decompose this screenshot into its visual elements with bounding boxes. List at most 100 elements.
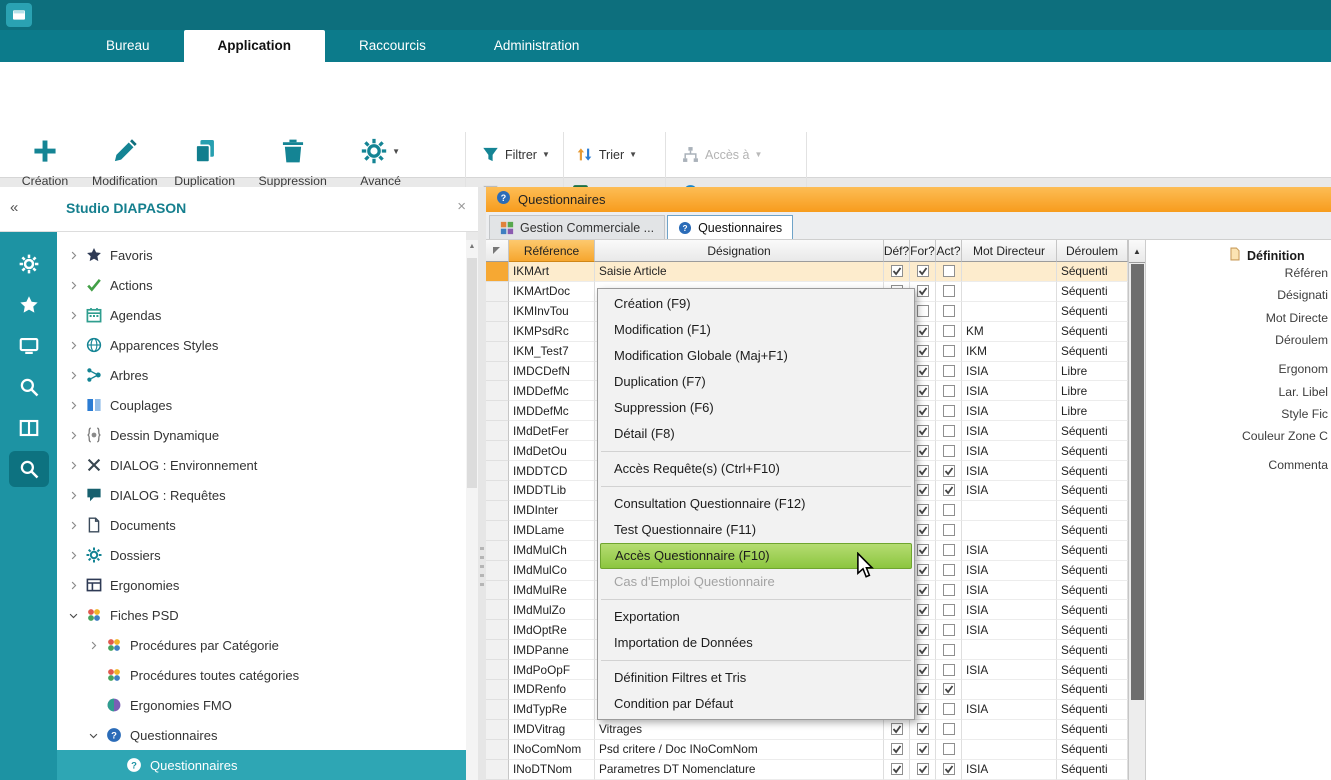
act-checkbox[interactable] [943,683,955,695]
for-checkbox[interactable] [917,763,929,775]
act-checkbox[interactable] [943,425,955,437]
tree-item-fiches-psd[interactable]: Fiches PSD [57,600,466,630]
sidebar-close-button[interactable]: × [457,198,466,215]
table-row[interactable]: IMDVitragVitragesSéquenti [486,720,1128,740]
tree-item-dialog-environnement[interactable]: DIALOG : Environnement [57,450,466,480]
act-checkbox[interactable] [943,504,955,516]
act-checkbox[interactable] [943,723,955,735]
strip-button-monitor[interactable] [9,328,49,364]
act-checkbox[interactable] [943,265,955,277]
column-header-reference[interactable]: Référence [509,240,595,262]
strip-button-gear[interactable] [9,246,49,282]
for-checkbox[interactable] [917,305,929,317]
context-menu-item-modification-f1[interactable]: Modification (F1) [598,317,914,343]
table-row[interactable]: INoComNomPsd critere / Doc INoComNomSéqu… [486,740,1128,760]
row-gutter[interactable] [486,640,509,660]
row-gutter[interactable] [486,760,509,780]
for-checkbox[interactable] [917,265,929,277]
chevron-right-icon[interactable] [65,367,81,383]
chevron-right-icon[interactable] [65,307,81,323]
act-checkbox[interactable] [943,385,955,397]
context-menu-item-duplication-f7[interactable]: Duplication (F7) [598,369,914,395]
for-checkbox[interactable] [917,644,929,656]
chevron-right-icon[interactable] [65,397,81,413]
tree-item-dessin-dynamique[interactable]: Dessin Dynamique [57,420,466,450]
tree-item-actions[interactable]: Actions [57,270,466,300]
context-menu-item-condition-par-defaut[interactable]: Condition par Défaut [598,691,914,717]
for-checkbox[interactable] [917,604,929,616]
for-checkbox[interactable] [917,365,929,377]
act-checkbox[interactable] [943,564,955,576]
ribbon-button-trier[interactable]: Trier▼ [576,146,637,163]
chevron-right-icon[interactable] [65,487,81,503]
chevron-right-icon[interactable] [65,577,81,593]
context-menu-item-exportation[interactable]: Exportation [598,604,914,630]
row-gutter[interactable] [486,401,509,421]
chevron-right-icon[interactable] [65,247,81,263]
ribbon-button-acces-a[interactable]: Accès à▼ [682,146,762,163]
table-scroll-up-icon[interactable]: ▲ [1129,240,1145,263]
act-checkbox[interactable] [943,743,955,755]
row-gutter[interactable] [486,262,509,282]
column-header-act[interactable]: Act? [936,240,962,262]
row-gutter[interactable] [486,481,509,501]
ribbon-tab-administration[interactable]: Administration [460,30,614,62]
chevron-right-icon[interactable] [65,547,81,563]
row-gutter[interactable] [486,541,509,561]
for-checkbox[interactable] [917,624,929,636]
column-header-designation[interactable]: Désignation [595,240,884,262]
chevron-right-icon[interactable] [65,427,81,443]
tree-item-arbres[interactable]: Arbres [57,360,466,390]
context-menu-item-test-questionnaire-f11[interactable]: Test Questionnaire (F11) [598,517,914,543]
ribbon-button-duplication[interactable]: Duplication [174,136,236,189]
for-checkbox[interactable] [917,345,929,357]
tree-item-procedures-toutes-categories[interactable]: Procédures toutes catégories [57,660,466,690]
tree-item-favoris[interactable]: Favoris [57,240,466,270]
row-gutter[interactable] [486,700,509,720]
row-gutter[interactable] [486,381,509,401]
for-checkbox[interactable] [917,743,929,755]
tree-item-documents[interactable]: Documents [57,510,466,540]
ribbon-tab-raccourcis[interactable]: Raccourcis [325,30,460,62]
row-gutter[interactable] [486,501,509,521]
for-checkbox[interactable] [917,484,929,496]
chevron-down-icon[interactable] [65,607,81,623]
row-gutter[interactable] [486,322,509,342]
tree-item-couplages[interactable]: Couplages [57,390,466,420]
context-menu-item-definition-filtres-et-tris[interactable]: Définition Filtres et Tris [598,665,914,691]
sidebar-collapse-button[interactable]: « [10,199,18,216]
row-gutter[interactable] [486,302,509,322]
def-checkbox[interactable] [891,265,903,277]
strip-button-columns[interactable] [9,410,49,446]
column-header-def[interactable]: Déf? [884,240,910,262]
for-checkbox[interactable] [917,664,929,676]
act-checkbox[interactable] [943,465,955,477]
act-checkbox[interactable] [943,763,955,775]
ribbon-button-filtrer[interactable]: Filtrer▼ [482,146,550,163]
row-gutter[interactable] [486,620,509,640]
for-checkbox[interactable] [917,524,929,536]
column-header-deroulem[interactable]: Déroulem [1057,240,1128,262]
tree-item-agendas[interactable]: Agendas [57,300,466,330]
act-checkbox[interactable] [943,584,955,596]
context-menu-item-modification-globale-maj-f1[interactable]: Modification Globale (Maj+F1) [598,343,914,369]
act-checkbox[interactable] [943,305,955,317]
strip-button-star[interactable] [9,287,49,323]
app-logo-icon[interactable] [6,3,32,27]
tree-scrollbar-thumb[interactable] [467,258,477,488]
act-checkbox[interactable] [943,405,955,417]
ribbon-tab-application[interactable]: Application [184,30,326,62]
row-gutter[interactable] [486,342,509,362]
act-checkbox[interactable] [943,604,955,616]
for-checkbox[interactable] [917,564,929,576]
row-gutter[interactable] [486,720,509,740]
strip-button-search[interactable] [9,451,49,487]
act-checkbox[interactable] [943,524,955,536]
act-checkbox[interactable] [943,345,955,357]
for-checkbox[interactable] [917,445,929,457]
tree-item-questionnaires[interactable]: ?Questionnaires [57,720,466,750]
for-checkbox[interactable] [917,325,929,337]
chevron-right-icon[interactable] [65,277,81,293]
row-gutter[interactable] [486,740,509,760]
ribbon-tab-bureau[interactable]: Bureau [72,30,184,62]
